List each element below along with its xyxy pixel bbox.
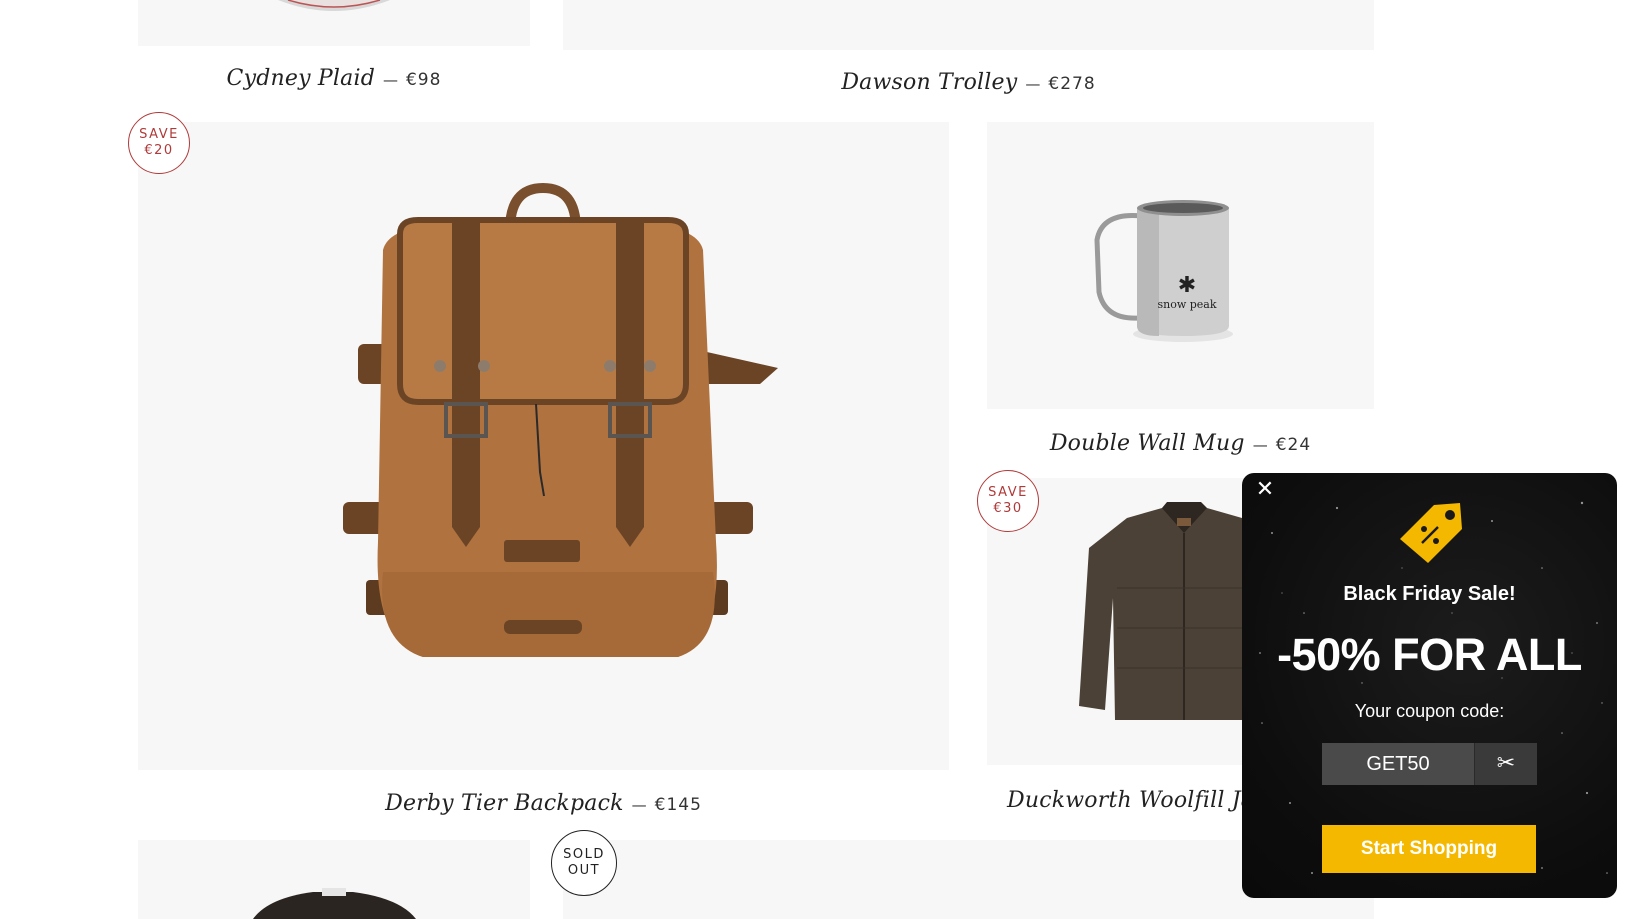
product-title-dawson-trolley[interactable]: Dawson Trolley — €278: [563, 70, 1374, 95]
black-friday-popup: ✕ Black Friday Sale! -50% FOR ALL Your c…: [1242, 473, 1617, 898]
coupon-label: Your coupon code:: [1354, 701, 1505, 721]
scissors-icon[interactable]: ✂: [1474, 743, 1537, 785]
price-separator: —: [1025, 75, 1041, 93]
save-badge: SAVE €20: [128, 112, 190, 174]
sold-out-badge: SOLD OUT: [551, 830, 617, 896]
product-name[interactable]: Double Wall Mug: [1050, 431, 1245, 456]
product-title-derby-tier-backpack[interactable]: Derby Tier Backpack — €145: [138, 791, 949, 816]
sweater-image: [253, 888, 416, 919]
close-icon[interactable]: ✕: [1252, 477, 1278, 503]
product-name[interactable]: Dawson Trolley: [841, 70, 1017, 95]
popup-heading: Black Friday Sale!: [1343, 583, 1516, 605]
price-separator: —: [1252, 436, 1268, 454]
badge-line-2: €20: [144, 143, 174, 158]
plaid-image: [278, 0, 390, 11]
product-title-cydney-plaid[interactable]: Cydney Plaid — €98: [138, 66, 530, 91]
badge-line-1: SAVE: [139, 127, 179, 142]
start-shopping-button[interactable]: Start Shopping: [1322, 825, 1536, 873]
product-name[interactable]: Derby Tier Backpack: [385, 791, 624, 816]
product-name[interactable]: Duckworth Woolfill Jack: [1007, 788, 1280, 813]
coupon-code-field[interactable]: GET50: [1322, 743, 1474, 785]
product-name[interactable]: Cydney Plaid: [227, 66, 375, 91]
product-price: €145: [654, 795, 702, 815]
price-separator: —: [631, 796, 647, 814]
badge-line-2: OUT: [567, 863, 601, 878]
product-image-dawson-trolley[interactable]: [563, 0, 1374, 50]
popup-offer: -50% FOR ALL: [1277, 629, 1582, 680]
product-price: €24: [1275, 435, 1312, 455]
svg-text:✱: ✱: [1178, 273, 1196, 298]
product-image-row3-left[interactable]: [138, 840, 530, 919]
badge-line-1: SAVE: [988, 485, 1028, 500]
product-image-derby-tier-backpack[interactable]: [138, 122, 949, 770]
badge-line-1: SOLD: [563, 847, 605, 862]
mug-image: ✱ snow peak: [1094, 200, 1233, 342]
badge-line-2: €30: [993, 501, 1023, 516]
product-title-double-wall-mug[interactable]: Double Wall Mug — €24: [987, 431, 1374, 456]
discount-tag-icon: [1400, 503, 1462, 563]
product-image-cydney-plaid[interactable]: [138, 0, 530, 46]
product-image-double-wall-mug[interactable]: ✱ snow peak: [987, 122, 1374, 409]
backpack-image: [343, 182, 778, 657]
product-title-duckworth-jacket[interactable]: Duckworth Woolfill Jack: [1007, 788, 1280, 813]
price-separator: —: [382, 71, 398, 89]
mug-brand: snow peak: [1157, 298, 1216, 311]
product-price: €98: [405, 70, 442, 90]
product-price: €278: [1048, 74, 1096, 94]
save-badge: SAVE €30: [977, 470, 1039, 532]
